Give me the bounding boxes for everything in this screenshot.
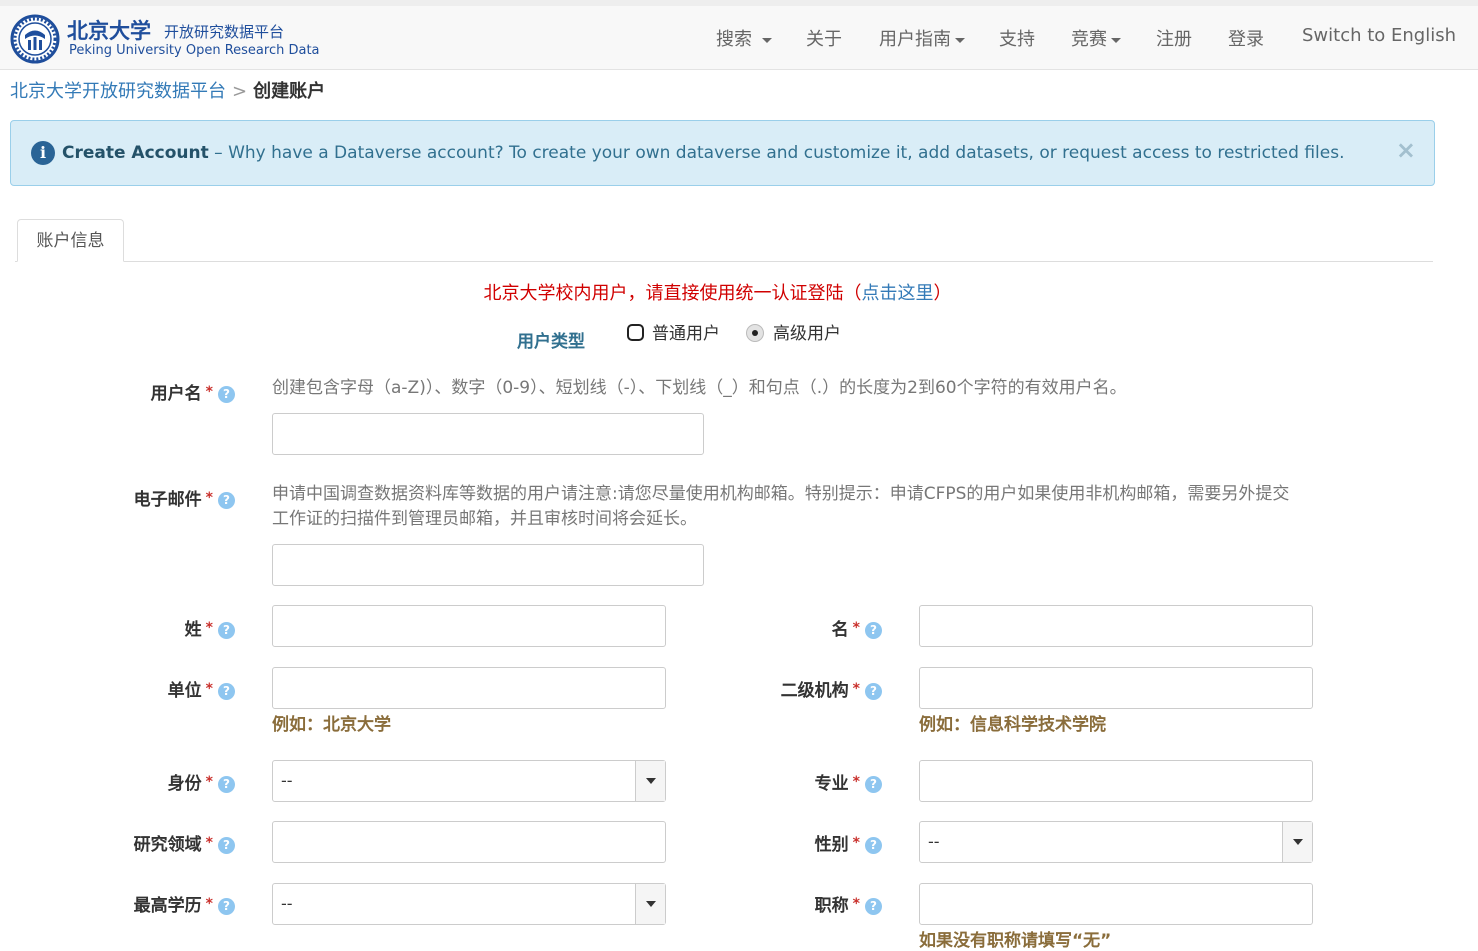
chevron-down-icon <box>761 37 772 43</box>
research-field-label: 研究领域 *? <box>25 830 235 855</box>
department-label: 二级机构 *? <box>672 676 882 701</box>
logo-chinese-name: 北京大学 <box>67 18 151 43</box>
department-input[interactable] <box>919 667 1313 709</box>
logo-subtitle: 开放研究数据平台 <box>164 23 285 41</box>
logo-english-name: Peking University Open Research Data <box>69 43 320 58</box>
help-icon[interactable]: ? <box>218 776 235 793</box>
chevron-down-icon[interactable] <box>1282 822 1312 862</box>
tab-account-info[interactable]: 账户信息 <box>17 219 124 262</box>
help-icon[interactable]: ? <box>865 683 882 700</box>
help-icon[interactable]: ? <box>218 492 235 509</box>
affiliation-label: 单位 *? <box>25 676 235 701</box>
given-name-input[interactable] <box>919 605 1313 647</box>
username-input[interactable] <box>272 413 704 455</box>
alert-message: Create Account – Why have a Dataverse ac… <box>62 143 1344 163</box>
nav-support[interactable]: 支持 <box>999 25 1035 51</box>
help-icon[interactable]: ? <box>218 837 235 854</box>
nav-search[interactable]: 搜索 <box>716 25 772 51</box>
email-description: 申请中国调查数据资料库等数据的用户请注意:请您尽量使用机构邮箱。特别提示：申请C… <box>272 484 1290 529</box>
breadcrumb-separator: > <box>232 81 248 102</box>
info-alert: i Create Account – Why have a Dataverse … <box>10 120 1435 186</box>
tab-divider <box>15 261 1433 262</box>
checkbox-icon[interactable] <box>627 324 644 341</box>
site-logo[interactable]: 北京大学 开放研究数据平台 Peking University Open Res… <box>10 12 320 64</box>
user-type-standard-option[interactable]: 普通用户 <box>627 319 720 344</box>
help-icon[interactable]: ? <box>865 622 882 639</box>
title-label: 职称 *? <box>672 891 882 916</box>
nav-signup[interactable]: 注册 <box>1156 25 1192 51</box>
alert-body: – Why have a Dataverse account? To creat… <box>208 143 1345 163</box>
user-type-advanced-option[interactable]: 高级用户 <box>746 319 841 344</box>
nav-user-guide[interactable]: 用户指南 <box>879 25 965 51</box>
research-field-input[interactable] <box>272 821 666 863</box>
breadcrumb: 北京大学开放研究数据平台 > 创建账户 <box>10 77 325 103</box>
info-icon: i <box>31 141 55 165</box>
navbar: 北京大学 开放研究数据平台 Peking University Open Res… <box>0 6 1478 70</box>
campus-login-link[interactable]: 点击这里 <box>862 283 934 304</box>
help-icon[interactable]: ? <box>865 776 882 793</box>
education-select[interactable]: -- <box>272 883 666 925</box>
alert-title: Create Account <box>62 143 209 163</box>
campus-login-notice: 北京大学校内用户，请直接使用统一认证登陆（点击这里） <box>483 283 952 304</box>
user-type-label: 用户类型 <box>517 332 585 352</box>
breadcrumb-current: 创建账户 <box>253 81 326 102</box>
radio-selected-icon[interactable] <box>746 324 764 342</box>
email-input[interactable] <box>272 544 704 586</box>
title-hint: 如果没有职称请填写“无” <box>919 931 1112 951</box>
username-description: 创建包含字母（a-Z)）、数字（0-9）、短划线（-）、下划线（_）和句点（.）… <box>272 378 1127 398</box>
major-label: 专业 *? <box>672 769 882 794</box>
chevron-down-icon <box>955 37 965 43</box>
affiliation-example: 例如：北京大学 <box>272 715 391 735</box>
breadcrumb-root-link[interactable]: 北京大学开放研究数据平台 <box>10 81 226 102</box>
nav-login[interactable]: 登录 <box>1228 25 1264 51</box>
education-label: 最高学历 *? <box>25 891 235 916</box>
surname-input[interactable] <box>272 605 666 647</box>
close-icon[interactable]: × <box>1396 136 1416 164</box>
given-name-label: 名 *? <box>672 615 882 640</box>
nav-switch-language[interactable]: Switch to English <box>1302 25 1456 46</box>
help-icon[interactable]: ? <box>865 837 882 854</box>
username-label: 用户名 *? <box>25 379 235 404</box>
nav-competition[interactable]: 竞赛 <box>1071 25 1121 51</box>
department-example: 例如：信息科学技术学院 <box>919 715 1106 735</box>
identity-select-value: -- <box>281 771 293 790</box>
surname-label: 姓 *? <box>25 615 235 640</box>
chevron-down-icon[interactable] <box>635 761 665 801</box>
education-select-value: -- <box>281 894 293 913</box>
gender-select[interactable]: -- <box>919 821 1313 863</box>
major-input[interactable] <box>919 760 1313 802</box>
help-icon[interactable]: ? <box>865 898 882 915</box>
help-icon[interactable]: ? <box>218 898 235 915</box>
email-label: 电子邮件 *? <box>25 485 235 510</box>
chevron-down-icon <box>1111 37 1121 43</box>
identity-select[interactable]: -- <box>272 760 666 802</box>
chevron-down-icon[interactable] <box>635 884 665 924</box>
help-icon[interactable]: ? <box>218 386 235 403</box>
title-input[interactable] <box>919 883 1313 925</box>
affiliation-input[interactable] <box>272 667 666 709</box>
pku-seal-icon <box>10 14 60 64</box>
help-icon[interactable]: ? <box>218 683 235 700</box>
gender-select-value: -- <box>928 832 940 851</box>
nav-about[interactable]: 关于 <box>806 25 842 51</box>
identity-label: 身份 *? <box>25 769 235 794</box>
help-icon[interactable]: ? <box>218 622 235 639</box>
gender-label: 性别 *? <box>672 830 882 855</box>
